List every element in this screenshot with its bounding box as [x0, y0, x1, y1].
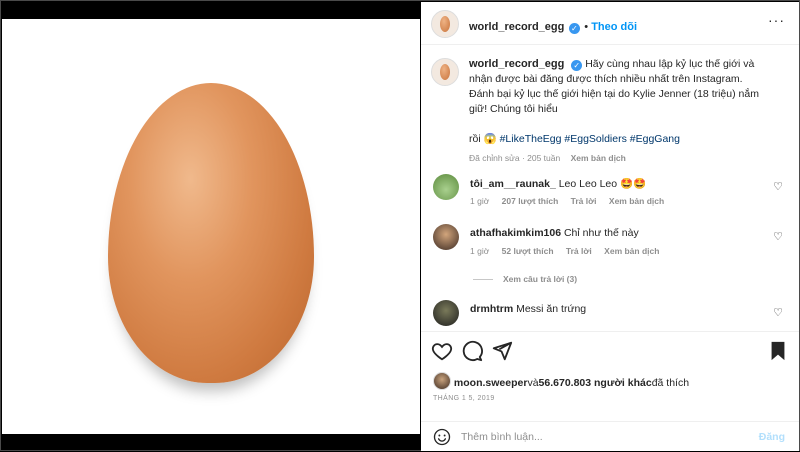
- avatar[interactable]: [433, 300, 459, 326]
- avatar[interactable]: [433, 224, 459, 250]
- comment-username[interactable]: drmhtrm: [470, 303, 513, 315]
- comment-likes-count[interactable]: 52 lượt thích: [502, 246, 554, 256]
- post-image: [2, 19, 420, 434]
- action-bar: [421, 331, 799, 368]
- comment-bubble-icon[interactable]: [461, 340, 483, 362]
- caption-username[interactable]: world_record_egg: [469, 58, 564, 70]
- comment-time: 1 giờ: [470, 196, 490, 206]
- reply-button[interactable]: Trả lời: [571, 196, 597, 206]
- screenshot-frame: world_record_egg ✓ • Theo dõi ··· world_…: [0, 0, 800, 451]
- caption: world_record_egg ✓ Hãy cùng nhau lập kỷ …: [469, 57, 759, 166]
- post-comment-button[interactable]: Đăng: [759, 431, 785, 443]
- comment-text: Messi ăn trứng: [516, 303, 587, 315]
- follow-button[interactable]: Theo dõi: [591, 21, 637, 33]
- heart-icon[interactable]: ♡: [773, 306, 783, 319]
- likes-count[interactable]: 56.670.803 người khác: [539, 377, 652, 389]
- avatar[interactable]: [433, 372, 451, 390]
- caption-hashtags[interactable]: #LikeTheEgg #EggSoldiers #EggGang: [500, 133, 680, 145]
- heart-icon[interactable]: ♡: [773, 230, 783, 243]
- add-comment-bar: Thêm bình luận... Đăng: [421, 421, 799, 452]
- verified-badge-icon: ✓: [571, 60, 583, 71]
- see-translation-link[interactable]: Xem bản dịch: [604, 246, 659, 256]
- post-panel: world_record_egg ✓ • Theo dõi ··· world_…: [421, 2, 799, 451]
- header-username[interactable]: world_record_egg: [469, 21, 564, 33]
- comment-text: Leo Leo Leo 🤩🤩: [558, 178, 647, 190]
- see-translation-link[interactable]: Xem bản dịch: [609, 196, 664, 206]
- liker-username[interactable]: moon.sweeper: [454, 377, 528, 389]
- bookmark-icon[interactable]: [767, 340, 789, 362]
- avatar[interactable]: [433, 174, 459, 200]
- edited-label: Đã chỉnh sửa · 205 tuần: [469, 153, 561, 163]
- caption-continuation: rồi 😱: [469, 133, 497, 145]
- likes-summary: moon.sweepervà56.670.803 người khácđã th…: [433, 372, 689, 390]
- view-replies-button[interactable]: Xem câu trả lời (3): [473, 274, 577, 284]
- comment-username[interactable]: athafhakimkim106: [470, 227, 561, 239]
- egg-image: [108, 83, 314, 383]
- comment-input[interactable]: Thêm bình luận...: [461, 431, 543, 443]
- more-options-icon[interactable]: ···: [768, 12, 785, 28]
- caption-avatar[interactable]: [431, 58, 459, 86]
- avatar[interactable]: [431, 10, 459, 38]
- share-send-icon[interactable]: [491, 340, 513, 362]
- reply-button[interactable]: Trả lời: [566, 246, 592, 256]
- post-date[interactable]: THÁNG 1 5, 2019: [433, 395, 495, 402]
- emoji-icon[interactable]: [433, 428, 451, 446]
- see-translation-link[interactable]: Xem bản dịch: [571, 153, 626, 163]
- comment-time: 1 giờ: [470, 246, 490, 256]
- like-heart-icon[interactable]: [431, 340, 453, 362]
- heart-icon[interactable]: ♡: [773, 180, 783, 193]
- verified-badge-icon: ✓: [568, 23, 580, 34]
- replies-line: [473, 279, 493, 281]
- comment-text: Chỉ như thế này: [563, 227, 639, 239]
- likes-connector: và: [527, 377, 539, 389]
- comment-meta: 1 giờ 52 lượt thích Trả lời Xem bản dịch: [470, 246, 669, 256]
- post-header: world_record_egg ✓ • Theo dõi ···: [421, 2, 799, 45]
- likes-suffix: đã thích: [651, 377, 690, 389]
- comment-likes-count[interactable]: 207 lượt thích: [502, 196, 559, 206]
- view-replies-label: Xem câu trả lời (3): [503, 274, 578, 284]
- comment-meta: 1 giờ 207 lượt thích Trả lời Xem bản dịc…: [470, 196, 674, 206]
- comment-username[interactable]: tôi_am__raunak_: [470, 178, 556, 190]
